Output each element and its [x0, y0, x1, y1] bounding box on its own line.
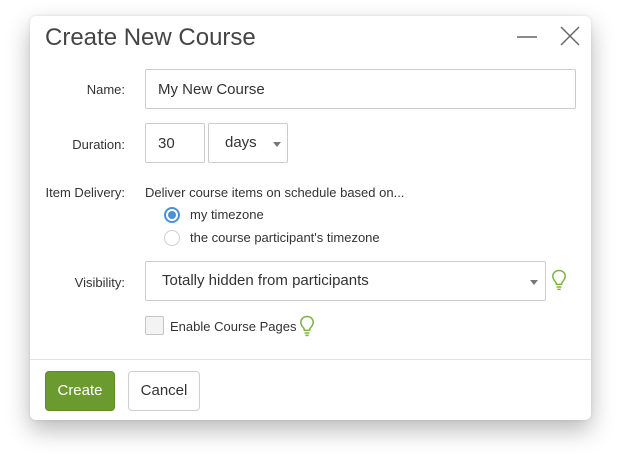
course-name-input[interactable]: [145, 69, 576, 109]
course-pages-label: Enable Course Pages: [170, 319, 297, 334]
duration-input[interactable]: [145, 123, 205, 163]
duration-unit-value: days: [225, 134, 257, 151]
radio-label: the course participant's timezone: [190, 230, 380, 245]
course-pages-help[interactable]: [299, 315, 315, 342]
close-icon: [560, 26, 580, 46]
visibility-help[interactable]: [551, 269, 567, 296]
minimize-icon: [517, 36, 537, 38]
minimize-button[interactable]: [515, 24, 539, 48]
course-pages-checkbox[interactable]: [145, 316, 164, 335]
radio-button[interactable]: [164, 230, 180, 246]
visibility-label: Visibility:: [74, 275, 125, 290]
name-label: Name:: [86, 82, 125, 97]
item-delivery-label: Item Delivery:: [45, 185, 125, 200]
dialog-title: Create New Course: [45, 24, 256, 51]
item-delivery-hint: Deliver course items on schedule based o…: [145, 185, 405, 200]
create-course-dialog: Create New Course Name: Duration: days I…: [30, 16, 591, 420]
close-button[interactable]: [558, 24, 582, 48]
duration-unit-select[interactable]: days: [208, 123, 288, 163]
duration-label: Duration:: [72, 137, 125, 152]
footer-divider: [30, 359, 591, 360]
radio-label: my timezone: [190, 207, 264, 222]
create-button[interactable]: Create: [45, 371, 115, 411]
chevron-down-icon: [530, 280, 538, 285]
lightbulb-icon: [300, 315, 314, 337]
cancel-button[interactable]: Cancel: [128, 371, 200, 411]
visibility-value: Totally hidden from participants: [162, 272, 369, 289]
lightbulb-icon: [552, 269, 566, 291]
radio-button-checked[interactable]: [164, 207, 180, 223]
chevron-down-icon: [273, 142, 281, 147]
visibility-select[interactable]: Totally hidden from participants: [145, 261, 546, 301]
